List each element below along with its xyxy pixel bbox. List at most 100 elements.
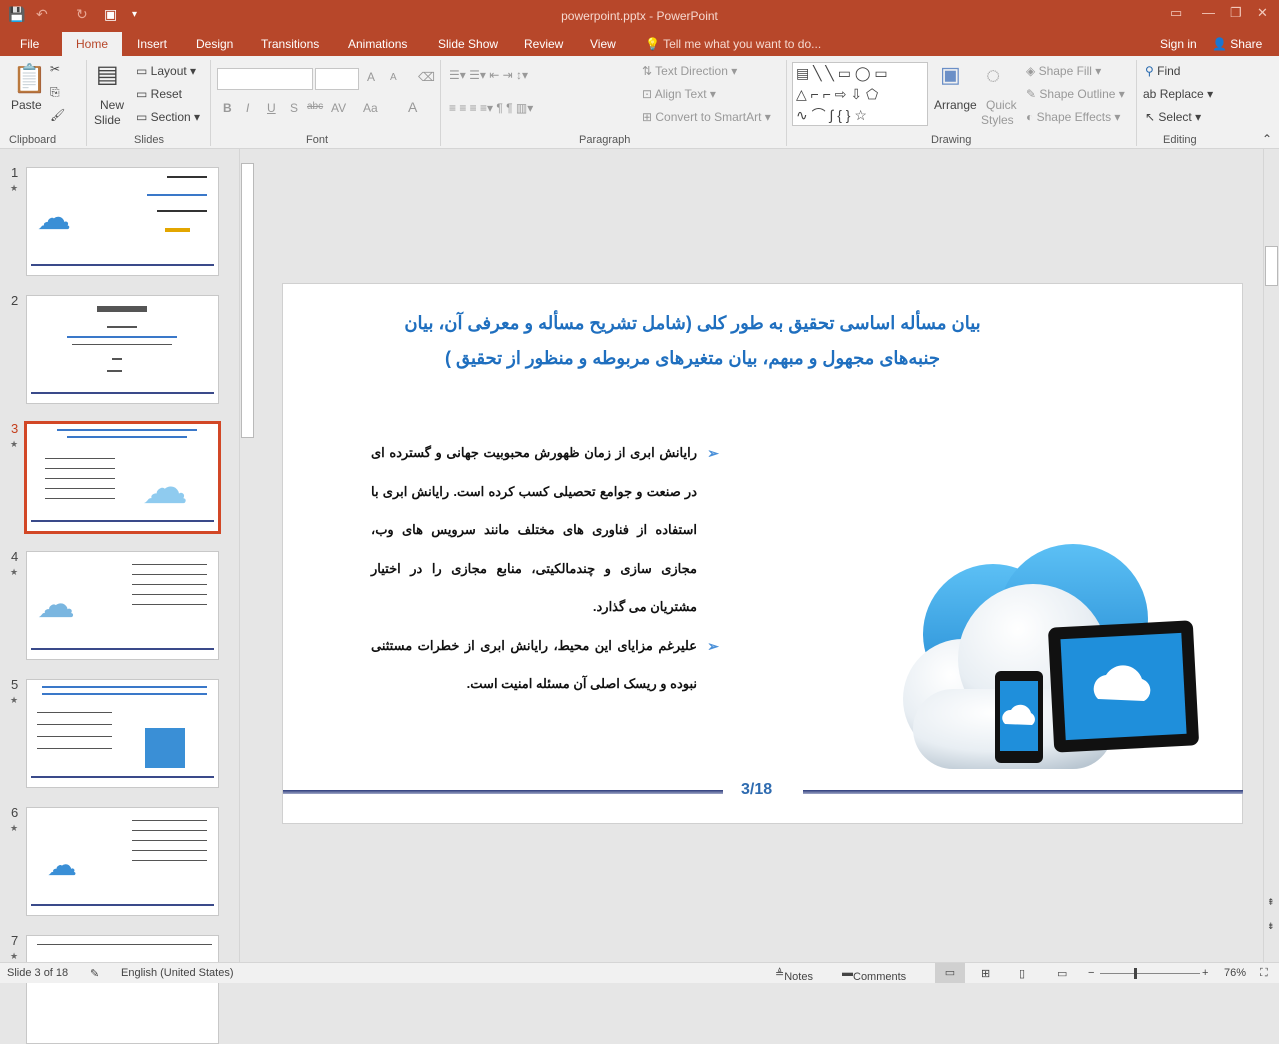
align-icons[interactable]: ≡ ≡ ≡ ≡▾ ¶ ¶ ▥▾ [449,101,533,115]
bold-button[interactable]: B [223,101,232,115]
tab-home[interactable]: Home [62,32,123,56]
shape-fill-button[interactable]: ◈ Shape Fill ▾ [1026,64,1101,78]
paste-button[interactable]: Paste [11,98,42,112]
zoom-slider[interactable] [1100,973,1200,974]
shape-outline-label: Shape Outline [1039,87,1116,101]
quick-styles-icon[interactable]: ◌ [986,62,1000,90]
cursor-icon: ↖ [1145,110,1156,124]
section-button[interactable]: ▭ Section ▾ [136,110,200,124]
editing-group-label: Editing [1163,134,1197,146]
tab-transitions[interactable]: Transitions [261,37,319,51]
animation-star-icon: ★ [10,695,19,705]
slide-thumbnail-2[interactable] [26,295,219,404]
zoom-in-icon[interactable]: + [1202,967,1208,979]
status-bar: Slide 3 of 18 ✎ English (United States) … [0,962,1279,983]
char-spacing-button[interactable]: AV [331,101,346,115]
text-direction-button[interactable]: ⇅ Text Direction ▾ [642,64,737,78]
tab-design[interactable]: Design [196,37,233,51]
close-icon[interactable]: ✕ [1257,5,1268,21]
new-slide-icon[interactable]: ▤ [96,60,119,89]
font-name-dropdown[interactable] [217,68,313,90]
normal-view-icon[interactable]: ▭ [935,963,965,983]
zoom-out-icon[interactable]: − [1088,967,1094,979]
minimize-icon[interactable]: — [1202,5,1215,20]
slide-thumbnail-6[interactable]: ☁ [26,807,219,916]
font-color-button[interactable]: A [408,99,417,115]
bullet-item: ➢ رایانش ابری از زمان ظهورش محبوبیت جهانی… [371,434,719,627]
shape-effects-button[interactable]: ◐ Shape Effects ▾ [1026,110,1120,124]
footer-line-right [803,790,1243,794]
replace-button[interactable]: ab Replace ▾ [1143,87,1213,101]
tab-view[interactable]: View [590,37,616,51]
current-slide[interactable]: بیان مسأله اساسی تحقیق به طور کلی (شامل … [282,283,1243,824]
cut-icon[interactable]: ✂ [50,62,60,76]
slide-thumbnail-3[interactable]: ☁ [24,421,221,534]
bullets-icon[interactable]: ☰▾ ☰▾ ⇤ ⇥ ↕▾ [449,68,528,82]
paste-icon[interactable]: 📋 [12,62,47,95]
font-size-dropdown[interactable] [315,68,359,90]
format-painter-icon[interactable]: 🖌 [50,108,65,122]
change-case-button[interactable]: Aa [363,101,378,115]
slide-body[interactable]: ➢ رایانش ابری از زمان ظهورش محبوبیت جهانی… [371,434,719,704]
shadow-button[interactable]: S [290,101,298,115]
shrink-font-button[interactable]: A [390,72,397,83]
find-button[interactable]: ⚲ Find [1145,64,1180,78]
copy-icon[interactable]: ⎘ [50,85,60,100]
comments-button[interactable]: ▬ Comments [842,967,906,983]
share-button[interactable]: 👤 Share [1212,37,1262,51]
align-text-button[interactable]: ⊡ Align Text ▾ [642,87,716,101]
notes-label: Notes [784,971,813,983]
arrange-icon[interactable]: ▣ [940,62,961,88]
tab-file[interactable]: File [20,37,39,51]
slide-thumbnail-5[interactable] [26,679,219,788]
fit-slide-icon[interactable]: ⛶ [1260,967,1268,980]
shape-outline-button[interactable]: ✎ Shape Outline ▾ [1026,87,1125,101]
select-button[interactable]: ↖ Select ▾ [1145,110,1201,124]
tab-review[interactable]: Review [524,37,563,51]
slide-thumbnail-4[interactable]: ☁ [26,551,219,660]
quick-styles-button[interactable]: Quick [986,98,1017,112]
editor-scrollbar[interactable]: ⇞ ⇟ [1263,149,1279,962]
strikethrough-button[interactable]: abc [307,101,323,112]
slide-thumbnail-7[interactable] [26,935,219,1044]
reset-button[interactable]: ▭ Reset [136,87,182,101]
tab-slide-show[interactable]: Slide Show [438,37,498,51]
clear-format-icon[interactable]: ⌫ [418,70,435,84]
tab-animations[interactable]: Animations [348,37,407,51]
smartart-button[interactable]: ⊞ Convert to SmartArt ▾ [642,110,771,124]
tab-insert[interactable]: Insert [137,37,167,51]
editor-scroll-thumb[interactable] [1265,246,1278,286]
maximize-icon[interactable]: ❐ [1230,5,1242,21]
grow-font-button[interactable]: A [367,70,375,84]
animation-star-icon: ★ [10,567,19,577]
next-slide-icon[interactable]: ⇟ [1267,921,1275,932]
thumbnail-scroll-thumb[interactable] [241,163,254,438]
layout-button[interactable]: ▭ Layout ▾ [136,64,196,78]
clipboard-group-label: Clipboard [9,134,57,146]
sign-in-link[interactable]: Sign in [1160,37,1197,51]
collapse-ribbon-icon[interactable]: ⌃ [1262,132,1272,146]
reading-view-icon[interactable]: ▯ [1019,967,1025,980]
new-slide-label2[interactable]: Slide [94,113,121,127]
bullet-text: علیرغم مزایای این محیط، رایانش ابری از خ… [371,637,697,692]
underline-button[interactable]: U [267,101,276,115]
slideshow-view-icon[interactable]: ▭ [1057,967,1067,980]
shapes-gallery[interactable]: ▤ ╲ ╲ ▭ ◯ ▭ △ ⌐ ⌐ ⇨ ⇩ ⬠ ∿ ⌒ ∫ { } ☆ [792,62,928,126]
italic-button[interactable]: I [246,101,249,115]
spelling-icon[interactable]: ✎ [90,967,99,980]
arrange-button[interactable]: Arrange [934,98,977,112]
new-slide-button[interactable]: New [100,98,124,112]
slide-title[interactable]: بیان مسأله اساسی تحقیق به طور کلی (شامل … [403,306,982,376]
thumbnail-scrollbar[interactable] [239,149,255,962]
notes-button[interactable]: ≜ Notes [775,967,813,983]
slide-sorter-icon[interactable]: ⊞ [981,967,990,980]
zoom-slider-thumb[interactable] [1134,968,1137,979]
previous-slide-icon[interactable]: ⇞ [1267,897,1275,908]
language-indicator[interactable]: English (United States) [121,967,234,979]
slide-number: 3 [11,421,19,436]
slide-thumbnail-1[interactable]: ☁ [26,167,219,276]
quick-styles-label2[interactable]: Styles [981,113,1014,127]
zoom-level[interactable]: 76% [1224,967,1246,979]
tell-me-box[interactable]: 💡 Tell me what you want to do... [645,37,821,51]
ribbon-display-icon[interactable]: ▭ [1170,5,1182,21]
